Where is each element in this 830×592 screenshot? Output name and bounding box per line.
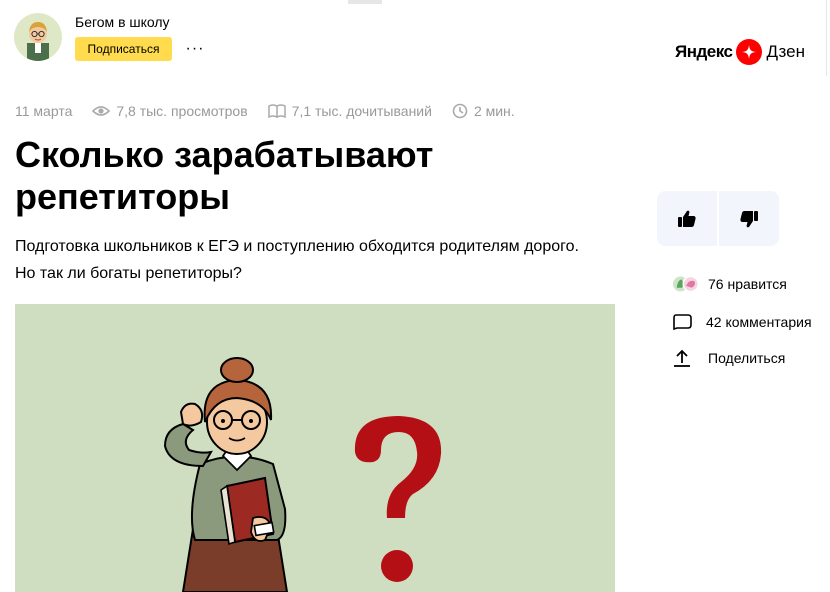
top-divider: [348, 0, 382, 4]
zen-logo-icon: [736, 39, 763, 65]
subscribe-button[interactable]: Подписаться: [75, 37, 172, 61]
read-time: 2 мин.: [452, 103, 515, 119]
views-count: 7,8 тыс. просмотров: [92, 103, 248, 119]
share-text: Поделиться: [708, 350, 786, 366]
channel-avatar[interactable]: [14, 13, 62, 61]
channel-name[interactable]: Бегом в школу: [75, 14, 170, 30]
likes-count-text: 76 нравится: [708, 276, 787, 292]
article-title: Сколько зарабатывают репетиторы: [15, 134, 434, 217]
yandex-zen-logo[interactable]: Яндекс Дзен: [675, 38, 805, 66]
comment-icon: [673, 314, 692, 331]
eye-icon: [92, 106, 111, 116]
reads-count: 7,1 тыс. дочитываний: [267, 103, 432, 119]
liked-avatars: [672, 274, 702, 294]
article-cover-image: [15, 304, 615, 592]
article-meta: 11 марта 7,8 тыс. просмотров 7,1 тыс. до…: [15, 100, 535, 122]
publish-date: 11 марта: [15, 103, 73, 119]
dislike-button[interactable]: [719, 191, 779, 246]
reactions-bar: [657, 191, 779, 246]
logo-zen-text: Дзен: [766, 42, 806, 61]
views-text: 7,8 тыс. просмотров: [116, 103, 248, 119]
comments-stat[interactable]: 42 комментария: [672, 313, 812, 331]
more-options-button[interactable]: ···: [185, 37, 205, 61]
logo-yandex-text: Яндекс: [675, 42, 733, 61]
share-icon: [674, 349, 690, 367]
like-button[interactable]: [657, 191, 717, 246]
read-time-text: 2 мин.: [473, 103, 515, 119]
thumbs-up-icon: [678, 210, 696, 227]
article-lead: Подготовка школьников к ЕГЭ и поступлени…: [15, 238, 579, 282]
likes-stat[interactable]: 76 нравится: [672, 274, 787, 294]
comments-count-text: 42 комментария: [706, 314, 812, 330]
share-stat[interactable]: Поделиться: [672, 348, 785, 368]
thumbs-down-icon: [740, 210, 758, 227]
page-edge: [826, 0, 830, 76]
reads-text: 7,1 тыс. дочитываний: [291, 103, 432, 119]
header: Бегом в школу Подписаться ··· Яндекс Дзе…: [0, 0, 830, 80]
book-icon: [267, 104, 286, 118]
clock-icon: [452, 103, 468, 119]
